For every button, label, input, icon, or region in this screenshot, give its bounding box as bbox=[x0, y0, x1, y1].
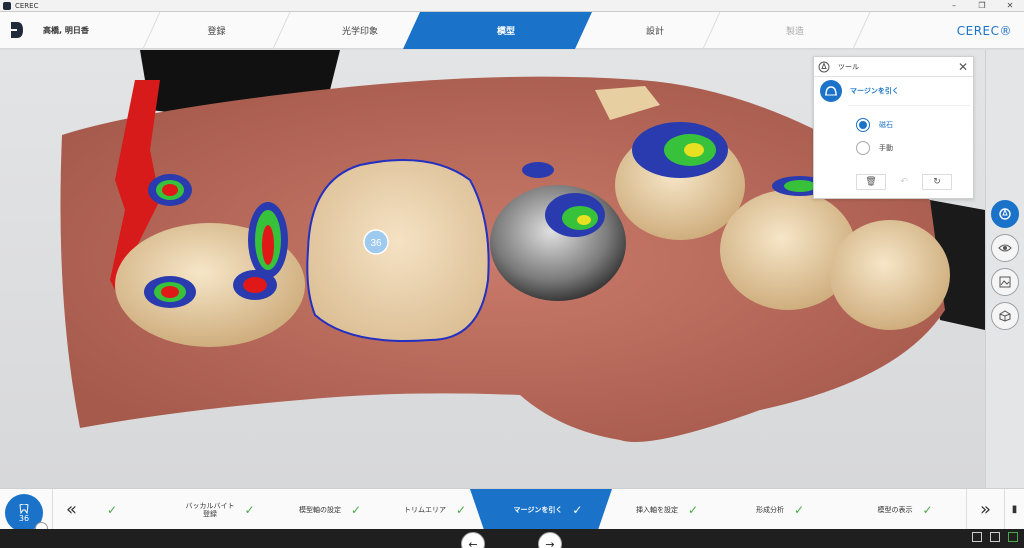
check-icon: ✓ bbox=[350, 502, 362, 517]
tool-draw-margin[interactable]: マージンを引く bbox=[814, 80, 975, 102]
title-bar: CEREC – ❐ ✕ bbox=[0, 0, 1024, 12]
prepared-tooth-margin[interactable] bbox=[306, 159, 490, 342]
phase-end-icon[interactable]: ▮ bbox=[1004, 489, 1024, 530]
minimize-icon[interactable]: – bbox=[940, 0, 968, 11]
app-icon bbox=[3, 1, 11, 10]
phase-trim-area[interactable]: トリムエリア ✓ bbox=[380, 489, 490, 530]
step-register[interactable]: 登録 bbox=[160, 12, 273, 49]
close-icon[interactable]: ✕ bbox=[953, 57, 973, 77]
phase-model-axis-label: 模型軸の設定 bbox=[298, 505, 341, 514]
delete-icon[interactable]: 🗑 bbox=[856, 174, 886, 190]
tooth-selector-button[interactable]: 36 … bbox=[5, 494, 48, 535]
phase-trim-area-label: トリムエリア bbox=[403, 505, 446, 514]
phase-buccal-bite-label: バッカルバイト 登録 bbox=[185, 501, 235, 518]
phase-0[interactable]: ✓ bbox=[92, 489, 122, 530]
tool-actions: 🗑 ↶ ↻ bbox=[856, 174, 952, 190]
step-acquisition[interactable]: 光学印象 bbox=[290, 12, 430, 49]
check-icon: ✓ bbox=[455, 502, 467, 517]
check-icon: ✓ bbox=[793, 502, 805, 517]
check-icon: ✓ bbox=[244, 502, 255, 517]
view-toolbar bbox=[985, 50, 1024, 488]
option-magnet[interactable]: 磁石 bbox=[856, 118, 893, 132]
tools-panel: ツール ✕ マージンを引く 磁石 手動 🗑 ↶ ↻ bbox=[813, 56, 974, 199]
reset-icon[interactable]: ↻ bbox=[922, 174, 952, 190]
phase-draw-margin-label: マージンを引く bbox=[513, 505, 563, 514]
phase-model-display[interactable]: 模型の表示 ✓ bbox=[850, 489, 960, 530]
check-icon: ✓ bbox=[922, 502, 933, 517]
step-model[interactable]: 模型 bbox=[420, 12, 592, 49]
phase-model-display-label: 模型の表示 bbox=[877, 505, 913, 514]
phase-buccal-bite[interactable]: バッカルバイト 登録 ✓ bbox=[160, 489, 280, 530]
workflow-header: 高橋, 明日香 登録 光学印象 模型 設計 製造 CEREC® bbox=[0, 12, 1024, 49]
phase-bar: 36 … « ✓ バッカルバイト 登録 ✓ 模型軸の設定 ✓ トリムエリア ✓ … bbox=[0, 488, 1024, 535]
model-icon[interactable] bbox=[991, 302, 1019, 330]
phase-insertion-axis[interactable]: 挿入軸を設定 ✓ bbox=[612, 489, 722, 530]
phase-prep-analysis[interactable]: 形成分析 ✓ bbox=[730, 489, 830, 530]
window-controls: – ❐ ✕ bbox=[940, 0, 1024, 11]
tools-icon bbox=[818, 61, 830, 72]
check-icon: ✓ bbox=[106, 502, 118, 517]
margin-tool-options: 磁石 手動 🗑 ↶ ↻ bbox=[848, 105, 970, 193]
close-icon[interactable]: ✕ bbox=[996, 0, 1024, 11]
restore-icon[interactable]: ❐ bbox=[968, 0, 996, 11]
phase-model-axis[interactable]: 模型軸の設定 ✓ bbox=[270, 489, 390, 530]
tooth-number: 36 bbox=[18, 513, 30, 523]
tool-draw-margin-label: マージンを引く bbox=[850, 87, 899, 95]
eye-icon[interactable] bbox=[991, 234, 1019, 262]
image-icon[interactable] bbox=[991, 268, 1019, 296]
lock-icon[interactable] bbox=[990, 532, 1000, 542]
margin-tool-icon bbox=[820, 80, 842, 102]
tools-panel-header: ツール ✕ bbox=[814, 57, 973, 77]
phase-insertion-axis-label: 挿入軸を設定 bbox=[635, 505, 678, 514]
option-manual[interactable]: 手動 bbox=[856, 141, 893, 155]
check-icon: ✓ bbox=[687, 502, 699, 517]
tooth-number-label: 36 bbox=[370, 238, 382, 249]
radio-manual[interactable] bbox=[856, 141, 870, 155]
option-manual-label: 手動 bbox=[879, 144, 893, 152]
status-bar bbox=[0, 529, 1024, 548]
option-magnet-label: 磁石 bbox=[879, 121, 893, 129]
step-design[interactable]: 設計 bbox=[590, 12, 720, 49]
phase-next-icon[interactable]: » bbox=[966, 489, 1004, 530]
dentsply-logo bbox=[11, 22, 23, 38]
cerec-brand: CEREC® bbox=[956, 24, 1012, 38]
status-icons bbox=[972, 532, 1018, 542]
tools-panel-title: ツール bbox=[838, 62, 859, 71]
check-icon: ✓ bbox=[572, 502, 583, 517]
phase-prep-analysis-label: 形成分析 bbox=[755, 505, 784, 514]
tooth-icon bbox=[19, 503, 29, 514]
tooth-canine bbox=[830, 220, 950, 330]
undo-icon[interactable]: ↶ bbox=[889, 174, 919, 190]
tools-icon[interactable] bbox=[991, 200, 1019, 228]
radio-magnet[interactable] bbox=[856, 118, 870, 132]
phase-prev-icon[interactable]: « bbox=[52, 489, 90, 530]
patient-name: 高橋, 明日香 bbox=[43, 26, 89, 35]
window-title: CEREC bbox=[15, 1, 39, 10]
step-manufacture[interactable]: 製造 bbox=[720, 12, 870, 49]
battery-icon bbox=[1008, 532, 1018, 542]
chat-icon[interactable] bbox=[972, 532, 982, 542]
phase-draw-margin[interactable]: マージンを引く ✓ bbox=[484, 489, 612, 530]
